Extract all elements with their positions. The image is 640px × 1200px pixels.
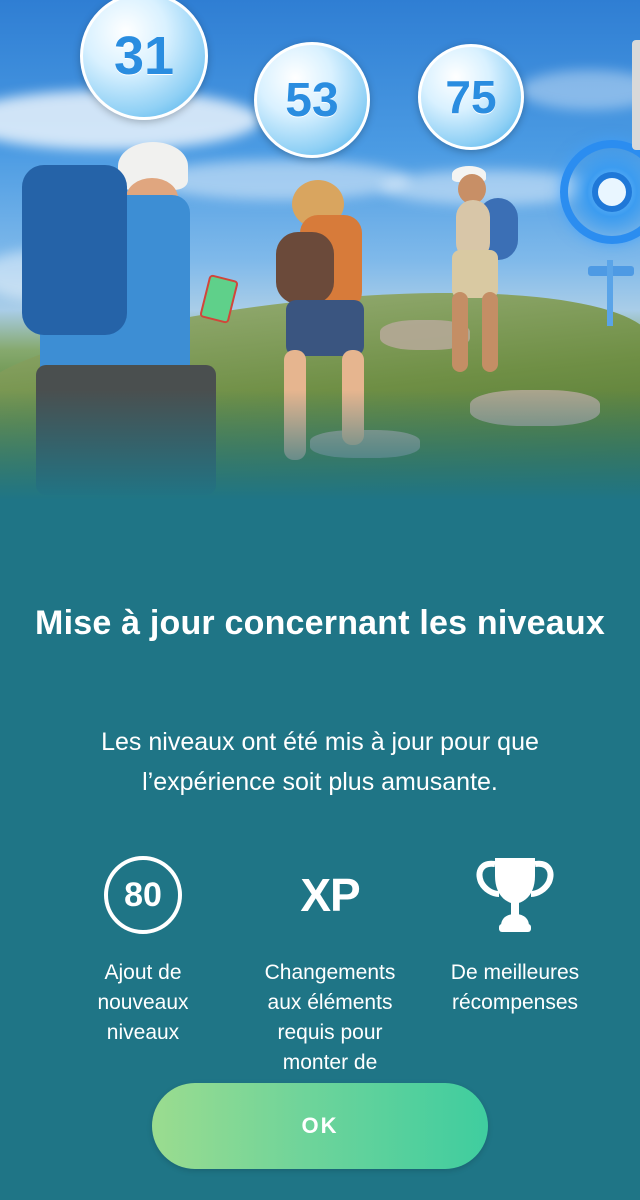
cloud — [150, 160, 410, 200]
level-badge-75: 75 — [418, 44, 524, 150]
dialog-description: Les niveaux ont été mis à jour pour que … — [40, 722, 600, 802]
edge-handle — [632, 40, 640, 150]
pokestop-core — [592, 172, 632, 212]
cloud — [520, 70, 640, 110]
hero-image: 31 53 75 — [0, 0, 640, 500]
feature-icon-wrap: XP — [235, 850, 425, 940]
pokestop-icon — [560, 140, 640, 244]
dialog-title: Mise à jour concernant les niveaux — [35, 604, 605, 642]
xp-icon: XP — [300, 869, 360, 921]
feature-label: De meilleures récompenses — [450, 961, 580, 1014]
level-badge-text: 53 — [285, 73, 339, 127]
level-80-icon: 80 — [104, 856, 182, 934]
level-badge-text: 75 — [445, 71, 497, 123]
feature-label: Ajout de nouveaux niveaux — [97, 961, 189, 1044]
level-badge-53: 53 — [254, 42, 370, 158]
feature-icon-wrap — [420, 850, 610, 940]
feature-label: Changements aux éléments requis pour mon… — [264, 961, 396, 1074]
feature-rewards: De meilleures récompenses — [420, 850, 610, 1018]
feature-xp-requirements: XP Changements aux éléments requis pour … — [235, 850, 425, 1078]
level-badge-text: 31 — [113, 26, 175, 86]
feature-icon-wrap: 80 — [48, 850, 238, 940]
ok-button[interactable]: OK — [152, 1083, 488, 1169]
hero-fade — [0, 390, 640, 500]
trophy-icon — [476, 858, 554, 932]
feature-new-levels: 80 Ajout de nouveaux niveaux — [48, 850, 238, 1048]
pokestop-pole — [607, 260, 613, 326]
dialog-description-text: Les niveaux ont été mis à jour pour que … — [101, 728, 539, 796]
